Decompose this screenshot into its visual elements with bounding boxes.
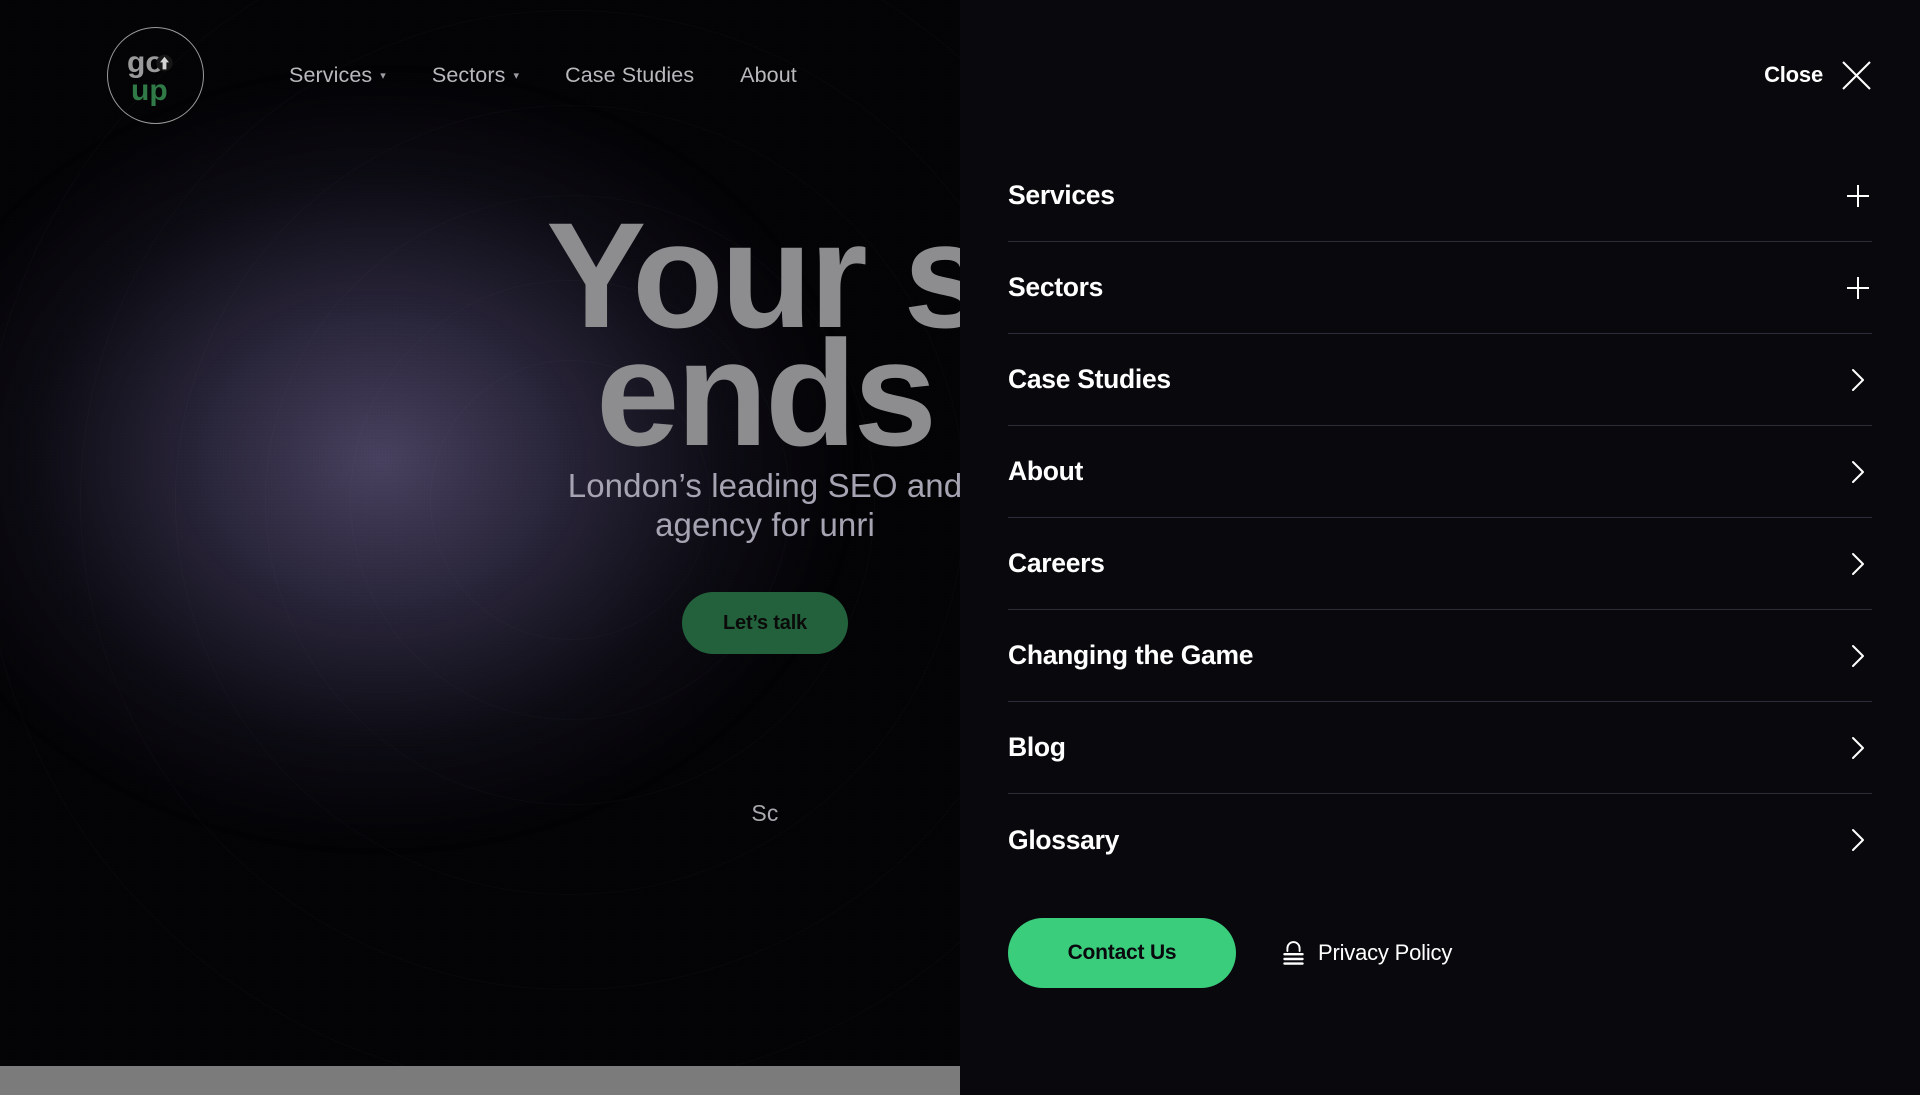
menu-item-label: Services	[1008, 180, 1115, 210]
nav-item-about[interactable]: About	[717, 63, 820, 88]
nav-item-case-studies[interactable]: Case Studies	[542, 63, 717, 88]
chevron-right-icon	[1844, 826, 1872, 854]
menu-list: Services Sectors Case Studies About Care…	[960, 150, 1920, 886]
menu-item-label: Blog	[1008, 732, 1066, 762]
menu-item-label: Careers	[1008, 548, 1105, 578]
goup-logo[interactable]: go up	[107, 26, 204, 124]
chevron-right-icon	[1844, 734, 1872, 762]
menu-panel-header: Close	[960, 0, 1920, 150]
top-navigation: go up Services ▾ Sectors ▾ Case Studies …	[0, 0, 1000, 150]
hero-subheading-line-2: agency for unri	[655, 506, 875, 543]
hero-cta-wrap: Let’s talk	[0, 592, 960, 654]
menu-item-changing-the-game[interactable]: Changing the Game	[1008, 610, 1872, 702]
nav-item-services[interactable]: Services ▾	[266, 63, 409, 88]
hero-heading: Your s ends	[0, 200, 960, 477]
lock-icon	[1283, 940, 1304, 965]
menu-item-about[interactable]: About	[1008, 426, 1872, 518]
menu-item-blog[interactable]: Blog	[1008, 702, 1872, 794]
hero-subheading: London’s leading SEO and agency for unri	[0, 466, 960, 544]
hero-subheading-line-1: London’s leading SEO and	[567, 467, 960, 504]
svg-text:up: up	[131, 74, 168, 106]
page-root: Your s ends London’s leading SEO and age…	[0, 0, 1920, 1095]
privacy-policy-label: Privacy Policy	[1318, 940, 1453, 965]
hero-heading-line-2: ends	[595, 309, 937, 477]
scrollbar-thumb[interactable]	[0, 1066, 960, 1095]
menu-item-sectors[interactable]: Sectors	[1008, 242, 1872, 334]
menu-item-services[interactable]: Services	[1008, 150, 1872, 242]
menu-item-label: About	[1008, 456, 1084, 486]
nav-item-case-studies-label: Case Studies	[565, 62, 695, 87]
menu-item-case-studies[interactable]: Case Studies	[1008, 334, 1872, 426]
close-button-label: Close	[1764, 62, 1823, 87]
nav-item-sectors-label: Sectors	[431, 62, 506, 87]
plus-icon	[1844, 274, 1872, 302]
horizontal-scrollbar[interactable]	[0, 1066, 960, 1095]
goup-logo-mark: go up	[127, 46, 173, 106]
chevron-right-icon	[1844, 458, 1872, 486]
close-button[interactable]: Close	[1762, 55, 1875, 96]
nav-item-about-label: About	[740, 62, 797, 87]
nav-item-sectors[interactable]: Sectors ▾	[409, 63, 542, 88]
close-x-icon	[1842, 60, 1871, 90]
menu-item-label: Changing the Game	[1008, 640, 1254, 670]
contact-us-button[interactable]: Contact Us	[1008, 918, 1236, 988]
chevron-right-icon	[1844, 642, 1872, 670]
top-nav-links: Services ▾ Sectors ▾ Case Studies About	[266, 63, 820, 88]
chevron-right-icon	[1844, 366, 1872, 394]
scroll-hint: Sc	[751, 800, 779, 826]
menu-item-label: Case Studies	[1008, 364, 1171, 394]
chevron-down-icon: ▾	[380, 69, 386, 82]
menu-item-label: Glossary	[1008, 824, 1120, 855]
menu-item-label: Sectors	[1008, 272, 1104, 302]
chevron-right-icon	[1844, 550, 1872, 578]
menu-item-glossary[interactable]: Glossary	[1008, 794, 1872, 886]
menu-panel-footer: Contact Us Privacy Policy	[960, 918, 1920, 988]
chevron-down-icon: ▾	[513, 69, 520, 82]
plus-icon	[1844, 182, 1872, 210]
lets-talk-button[interactable]: Let’s talk	[682, 592, 848, 654]
nav-item-services-label: Services	[289, 62, 373, 87]
menu-item-careers[interactable]: Careers	[1008, 518, 1872, 610]
menu-panel: Close Services Sectors Case Studies Abou…	[960, 0, 1920, 1095]
privacy-policy-link[interactable]: Privacy Policy	[1283, 940, 1452, 966]
hero-section: Your s ends London’s leading SEO and age…	[0, 0, 960, 1066]
